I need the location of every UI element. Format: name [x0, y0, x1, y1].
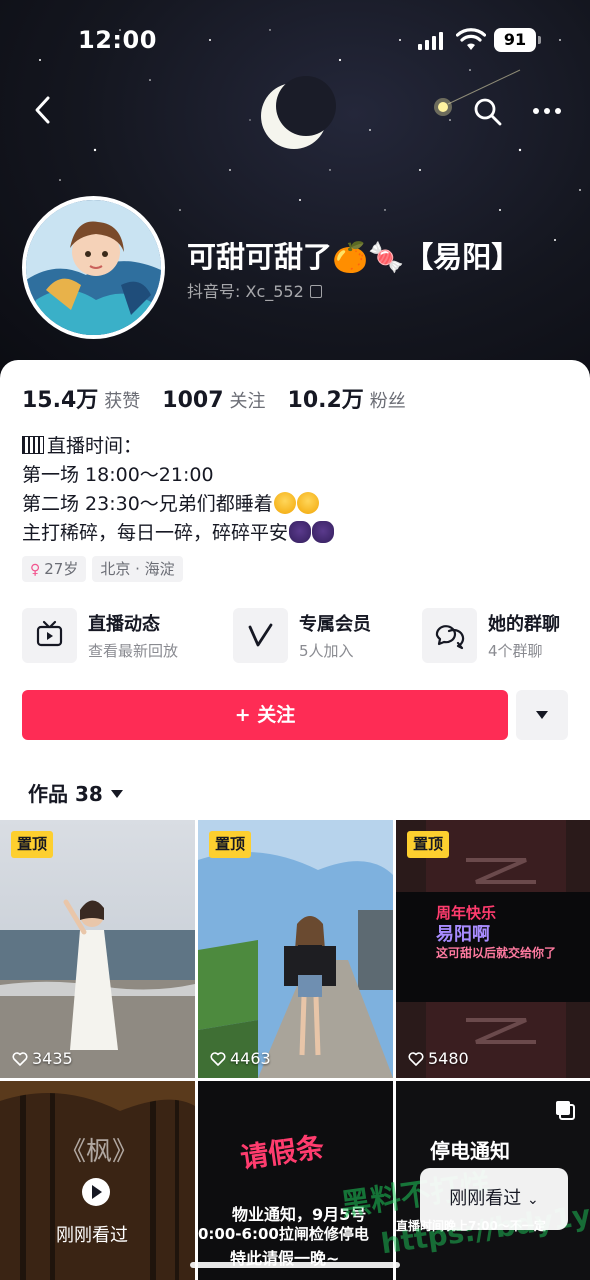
stat-following-value: 1007: [162, 388, 224, 413]
profile-tags: ♀ 27岁 北京 · 海淀: [22, 556, 189, 582]
piano-emoji-icon: [22, 436, 44, 454]
video-thumbnail[interactable]: 置顶 4463: [198, 820, 393, 1078]
vip-v-icon: [233, 608, 288, 663]
heart-icon: [12, 1052, 28, 1066]
status-time: 12:00: [78, 26, 157, 54]
avatar[interactable]: [22, 196, 165, 339]
more-actions-dropdown[interactable]: [516, 690, 568, 740]
video-thumbnail[interactable]: 《枫》 刚刚看过: [0, 1081, 195, 1280]
praying-person-emoji-icon: [289, 521, 312, 543]
back-arrow-icon[interactable]: [28, 92, 60, 128]
bio-line-1: 直播时间：: [47, 435, 143, 457]
profile-bio: 直播时间： 第一场 18:00～21:00 第二场 23:30～兄弟们都睡着 主…: [22, 432, 570, 548]
bio-line-2: 第一场 18:00～21:00: [22, 464, 214, 486]
video-likes-count: 3435: [32, 1049, 73, 1068]
feature-title: 她的群聊: [488, 614, 560, 635]
douyin-id-text: 抖音号: Xc_552: [187, 282, 304, 301]
profile-stats: 15.4万 获赞 1007 关注 10.2万 粉丝: [22, 382, 428, 414]
stat-likes[interactable]: 15.4万 获赞: [22, 382, 162, 414]
age-text: 27岁: [44, 560, 79, 578]
video-likes-count: 4463: [230, 1049, 271, 1068]
heart-icon: [408, 1052, 424, 1066]
stat-followers-value: 10.2万: [287, 388, 364, 413]
feature-title: 直播动态: [88, 614, 160, 635]
age-tag: ♀ 27岁: [22, 556, 87, 582]
overlay-text: 停电通知: [430, 1139, 510, 1163]
feature-group-chat[interactable]: 她的群聊 4个群聊: [422, 608, 582, 664]
feature-entries: 直播动态 查看最新回放 专属会员 5人加入 她的群聊 4个群聊: [22, 608, 582, 664]
feature-subtitle: 4个群聊: [488, 642, 543, 660]
female-icon: ♀: [30, 562, 41, 578]
double-chevron-down-icon: ⌄: [527, 1192, 539, 1208]
tv-icon: [22, 608, 77, 663]
avatar-illustration: [26, 200, 161, 335]
copy-icon[interactable]: [309, 285, 322, 298]
beach-thumbnail-image: [0, 820, 195, 1078]
stat-likes-label: 获赞: [104, 391, 141, 412]
pinned-badge: 置顶: [11, 831, 54, 858]
group-chat-icon: [422, 608, 477, 663]
bio-line-3: 第二场 23:30～兄弟们都睡着: [22, 493, 273, 515]
works-tab[interactable]: 作品 38: [28, 778, 123, 807]
profile-header: 12:00 91 可甜可甜了🍊🍬【易阳】 抖音号: Xc_552: [0, 0, 590, 380]
autumn-thumbnail-image: [0, 1081, 195, 1280]
overlay-text: 《枫》: [60, 1137, 139, 1167]
stat-followers[interactable]: 10.2万 粉丝: [288, 382, 428, 414]
feature-subtitle: 5人加入: [299, 642, 354, 660]
battery-indicator: 91: [494, 28, 541, 52]
bio-line: 直播时间：: [22, 432, 570, 461]
overlay-text: 易阳啊: [436, 924, 490, 945]
pinned-badge: 置顶: [407, 831, 450, 858]
more-options-icon[interactable]: [530, 98, 564, 124]
profile-card: 15.4万 获赞 1007 关注 10.2万 粉丝 直播时间： 第一场 18:00～2…: [0, 360, 590, 1280]
video-thumbnail[interactable]: 置顶 3435: [0, 820, 195, 1078]
stat-following-label: 关注: [229, 391, 266, 412]
search-icon[interactable]: [472, 96, 504, 128]
profile-name: 可甜可甜了🍊🍬【易阳】: [187, 240, 521, 274]
cellular-signal-icon: [418, 32, 443, 50]
feature-membership[interactable]: 专属会员 5人加入: [233, 608, 413, 664]
location-tag: 北京 · 海淀: [92, 556, 183, 582]
praying-person-emoji-icon: [312, 521, 335, 543]
stat-following[interactable]: 1007 关注: [162, 387, 287, 413]
bio-line-4: 主打稀碎，每日一碎，碎碎平安: [22, 522, 289, 544]
recently-watched-text: 刚刚看过: [449, 1188, 522, 1209]
status-bar: 12:00 91: [0, 22, 590, 62]
feature-subtitle: 查看最新回放: [88, 642, 179, 660]
multi-image-icon: [556, 1101, 575, 1120]
video-likes: 3435: [12, 1049, 73, 1068]
caret-down-icon: [110, 790, 123, 798]
overlay-text: 0:00-6:00拉闸检修停电: [198, 1225, 369, 1243]
stat-likes-value: 15.4万: [22, 388, 99, 413]
video-likes-count: 5480: [428, 1049, 469, 1068]
bio-line: 主打稀碎，每日一碎，碎碎平安: [22, 519, 570, 548]
feature-live-updates[interactable]: 直播动态 查看最新回放: [22, 608, 222, 664]
stat-followers-label: 粉丝: [369, 391, 406, 412]
pinned-badge: 置顶: [209, 831, 252, 858]
home-indicator: [190, 1262, 400, 1268]
heart-icon: [210, 1052, 226, 1066]
wifi-icon: [456, 28, 486, 50]
video-thumbnail[interactable]: 置顶 周年快乐 易阳啊 这可甜以后就交给你了 5480: [396, 820, 590, 1078]
recently-watched-button[interactable]: 刚刚看过 ⌄: [420, 1168, 568, 1230]
bio-line: 第二场 23:30～兄弟们都睡着: [22, 490, 570, 519]
recently-watched-label: 刚刚看过: [56, 1225, 128, 1246]
video-likes: 4463: [210, 1049, 271, 1068]
laughing-emoji-icon: [296, 492, 319, 514]
street-thumbnail-image: [198, 820, 393, 1078]
douyin-id[interactable]: 抖音号: Xc_552: [187, 278, 322, 302]
overlay-text: 请假条: [238, 1130, 327, 1175]
feature-title: 专属会员: [299, 614, 371, 635]
laughing-emoji-icon: [273, 492, 296, 514]
video-likes: 5480: [408, 1049, 469, 1068]
works-tab-label: 作品 38: [28, 782, 103, 806]
overlay-text: 这可甜以后就交给你了: [436, 946, 557, 960]
follow-button[interactable]: + 关注: [22, 690, 508, 740]
